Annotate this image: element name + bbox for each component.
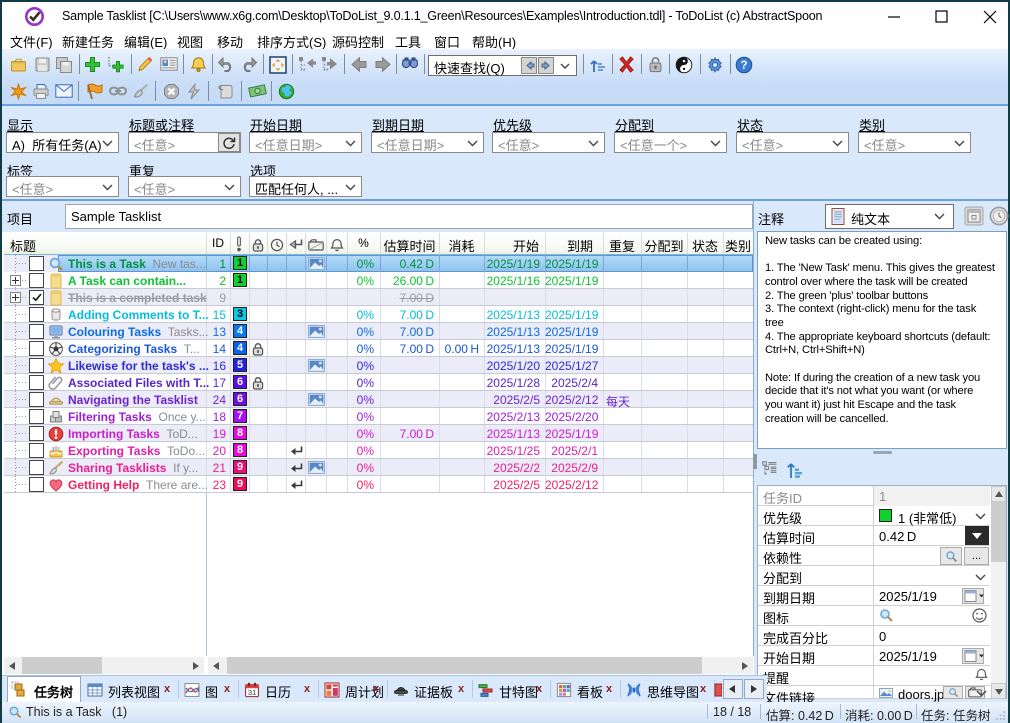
svg-text:?: ?: [740, 60, 747, 72]
svg-text:31: 31: [248, 688, 256, 697]
